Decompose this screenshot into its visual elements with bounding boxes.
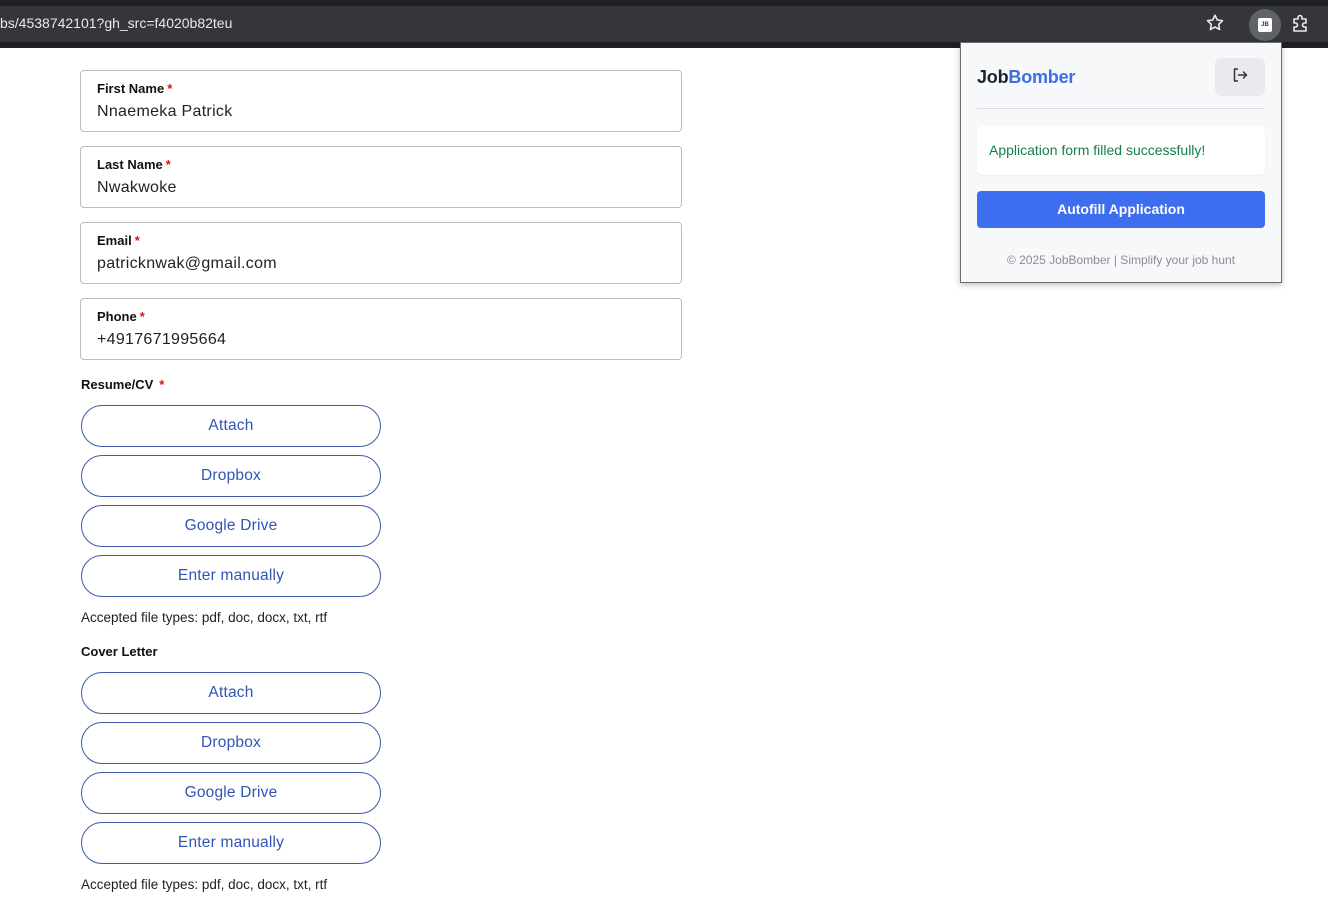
logout-icon <box>1231 66 1249 89</box>
email-label: Email * <box>97 233 140 248</box>
resume-enter-manually-button[interactable]: Enter manually <box>81 555 381 597</box>
resume-google-drive-button[interactable]: Google Drive <box>81 505 381 547</box>
required-mark: * <box>165 157 171 172</box>
phone-input[interactable] <box>97 331 667 349</box>
popup-footer: © 2025 JobBomber | Simplify your job hun… <box>1006 253 1236 267</box>
jobbomber-logo: JobBomber <box>977 67 1076 87</box>
first-name-field[interactable]: First Name * <box>80 70 682 132</box>
cover-letter-dropbox-button[interactable]: Dropbox <box>81 722 381 764</box>
url-text[interactable]: bs/4538742101?gh_src=f4020b82teu <box>0 15 232 31</box>
cover-letter-attach-button[interactable]: Attach <box>81 672 381 714</box>
star-icon[interactable] <box>1204 12 1226 34</box>
phone-label: Phone * <box>97 309 145 324</box>
cover-letter-enter-manually-button[interactable]: Enter manually <box>81 822 381 864</box>
phone-field[interactable]: Phone * <box>80 298 682 360</box>
success-message: Application form filled successfully! <box>989 142 1206 158</box>
cover-letter-google-drive-button[interactable]: Google Drive <box>81 772 381 814</box>
jobbomber-extension-icon[interactable]: JB <box>1249 9 1281 41</box>
cover-letter-label: Cover Letter <box>81 644 158 659</box>
autofill-application-button[interactable]: Autofill Application <box>977 191 1265 228</box>
last-name-label: Last Name * <box>97 157 171 172</box>
logout-button[interactable] <box>1215 58 1265 96</box>
required-mark: * <box>167 81 173 96</box>
required-mark: * <box>159 377 165 392</box>
required-mark: * <box>134 233 140 248</box>
email-field[interactable]: Email * <box>80 222 682 284</box>
resume-label: Resume/CV * <box>81 377 165 392</box>
first-name-label: First Name * <box>97 81 173 96</box>
success-message-box: Application form filled successfully! <box>977 126 1265 175</box>
address-bar[interactable]: bs/4538742101?gh_src=f4020b82teu JB <box>0 6 1328 42</box>
email-input[interactable] <box>97 255 667 273</box>
resume-file-types-hint: Accepted file types: pdf, doc, docx, txt… <box>81 610 328 625</box>
last-name-input[interactable] <box>97 179 667 197</box>
required-mark: * <box>139 309 145 324</box>
jobbomber-popup: JobBomber Application form filled succes… <box>960 42 1282 283</box>
popup-divider <box>977 108 1265 109</box>
resume-dropbox-button[interactable]: Dropbox <box>81 455 381 497</box>
puzzle-icon[interactable] <box>1290 12 1312 34</box>
last-name-field[interactable]: Last Name * <box>80 146 682 208</box>
cover-letter-file-types-hint: Accepted file types: pdf, doc, docx, txt… <box>81 877 328 892</box>
resume-attach-button[interactable]: Attach <box>81 405 381 447</box>
first-name-input[interactable] <box>97 103 667 121</box>
